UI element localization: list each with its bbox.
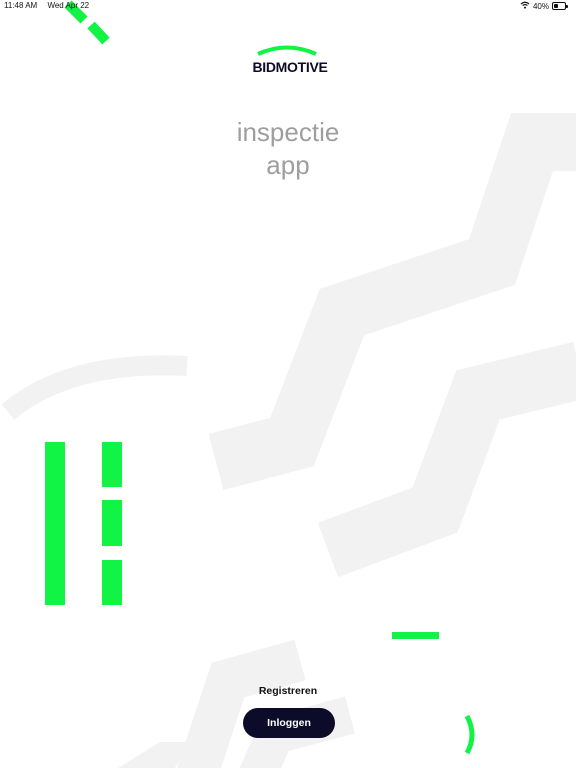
status-bar-right: 40% (520, 1, 568, 11)
gray-arc (1, 355, 188, 420)
status-time: 11:48 AM (4, 1, 38, 10)
register-link[interactable]: Registreren (0, 685, 576, 697)
green-bar-segment-2 (102, 500, 122, 546)
status-bar-left: 11:48 AM Wed Apr 22 (4, 1, 97, 10)
wifi-icon (520, 1, 530, 11)
status-date: Wed Apr 22 (47, 1, 90, 10)
status-bar: 11:48 AM Wed Apr 22 40% (0, 0, 576, 14)
green-bar-segment-3 (102, 560, 122, 605)
green-bar-segment-1 (102, 442, 122, 487)
green-dash-top-2 (87, 21, 110, 45)
battery-icon (552, 2, 568, 10)
battery-percent: 40% (532, 1, 549, 11)
logo-text: BIDMOTIVE (252, 59, 328, 75)
green-bar-long (45, 442, 65, 605)
green-arc-bottom (464, 714, 475, 755)
green-dash-horizontal (392, 632, 439, 639)
bidmotive-logo: BIDMOTIVE (248, 44, 332, 78)
login-button[interactable]: Inloggen (243, 708, 335, 738)
app-title-line-2: app (266, 150, 310, 180)
app-title-line-1: inspectie (236, 117, 340, 147)
app-title: inspectie app (0, 116, 576, 182)
zigzag-ribbon-middle (317, 341, 576, 578)
logo-arc-icon (257, 45, 317, 56)
